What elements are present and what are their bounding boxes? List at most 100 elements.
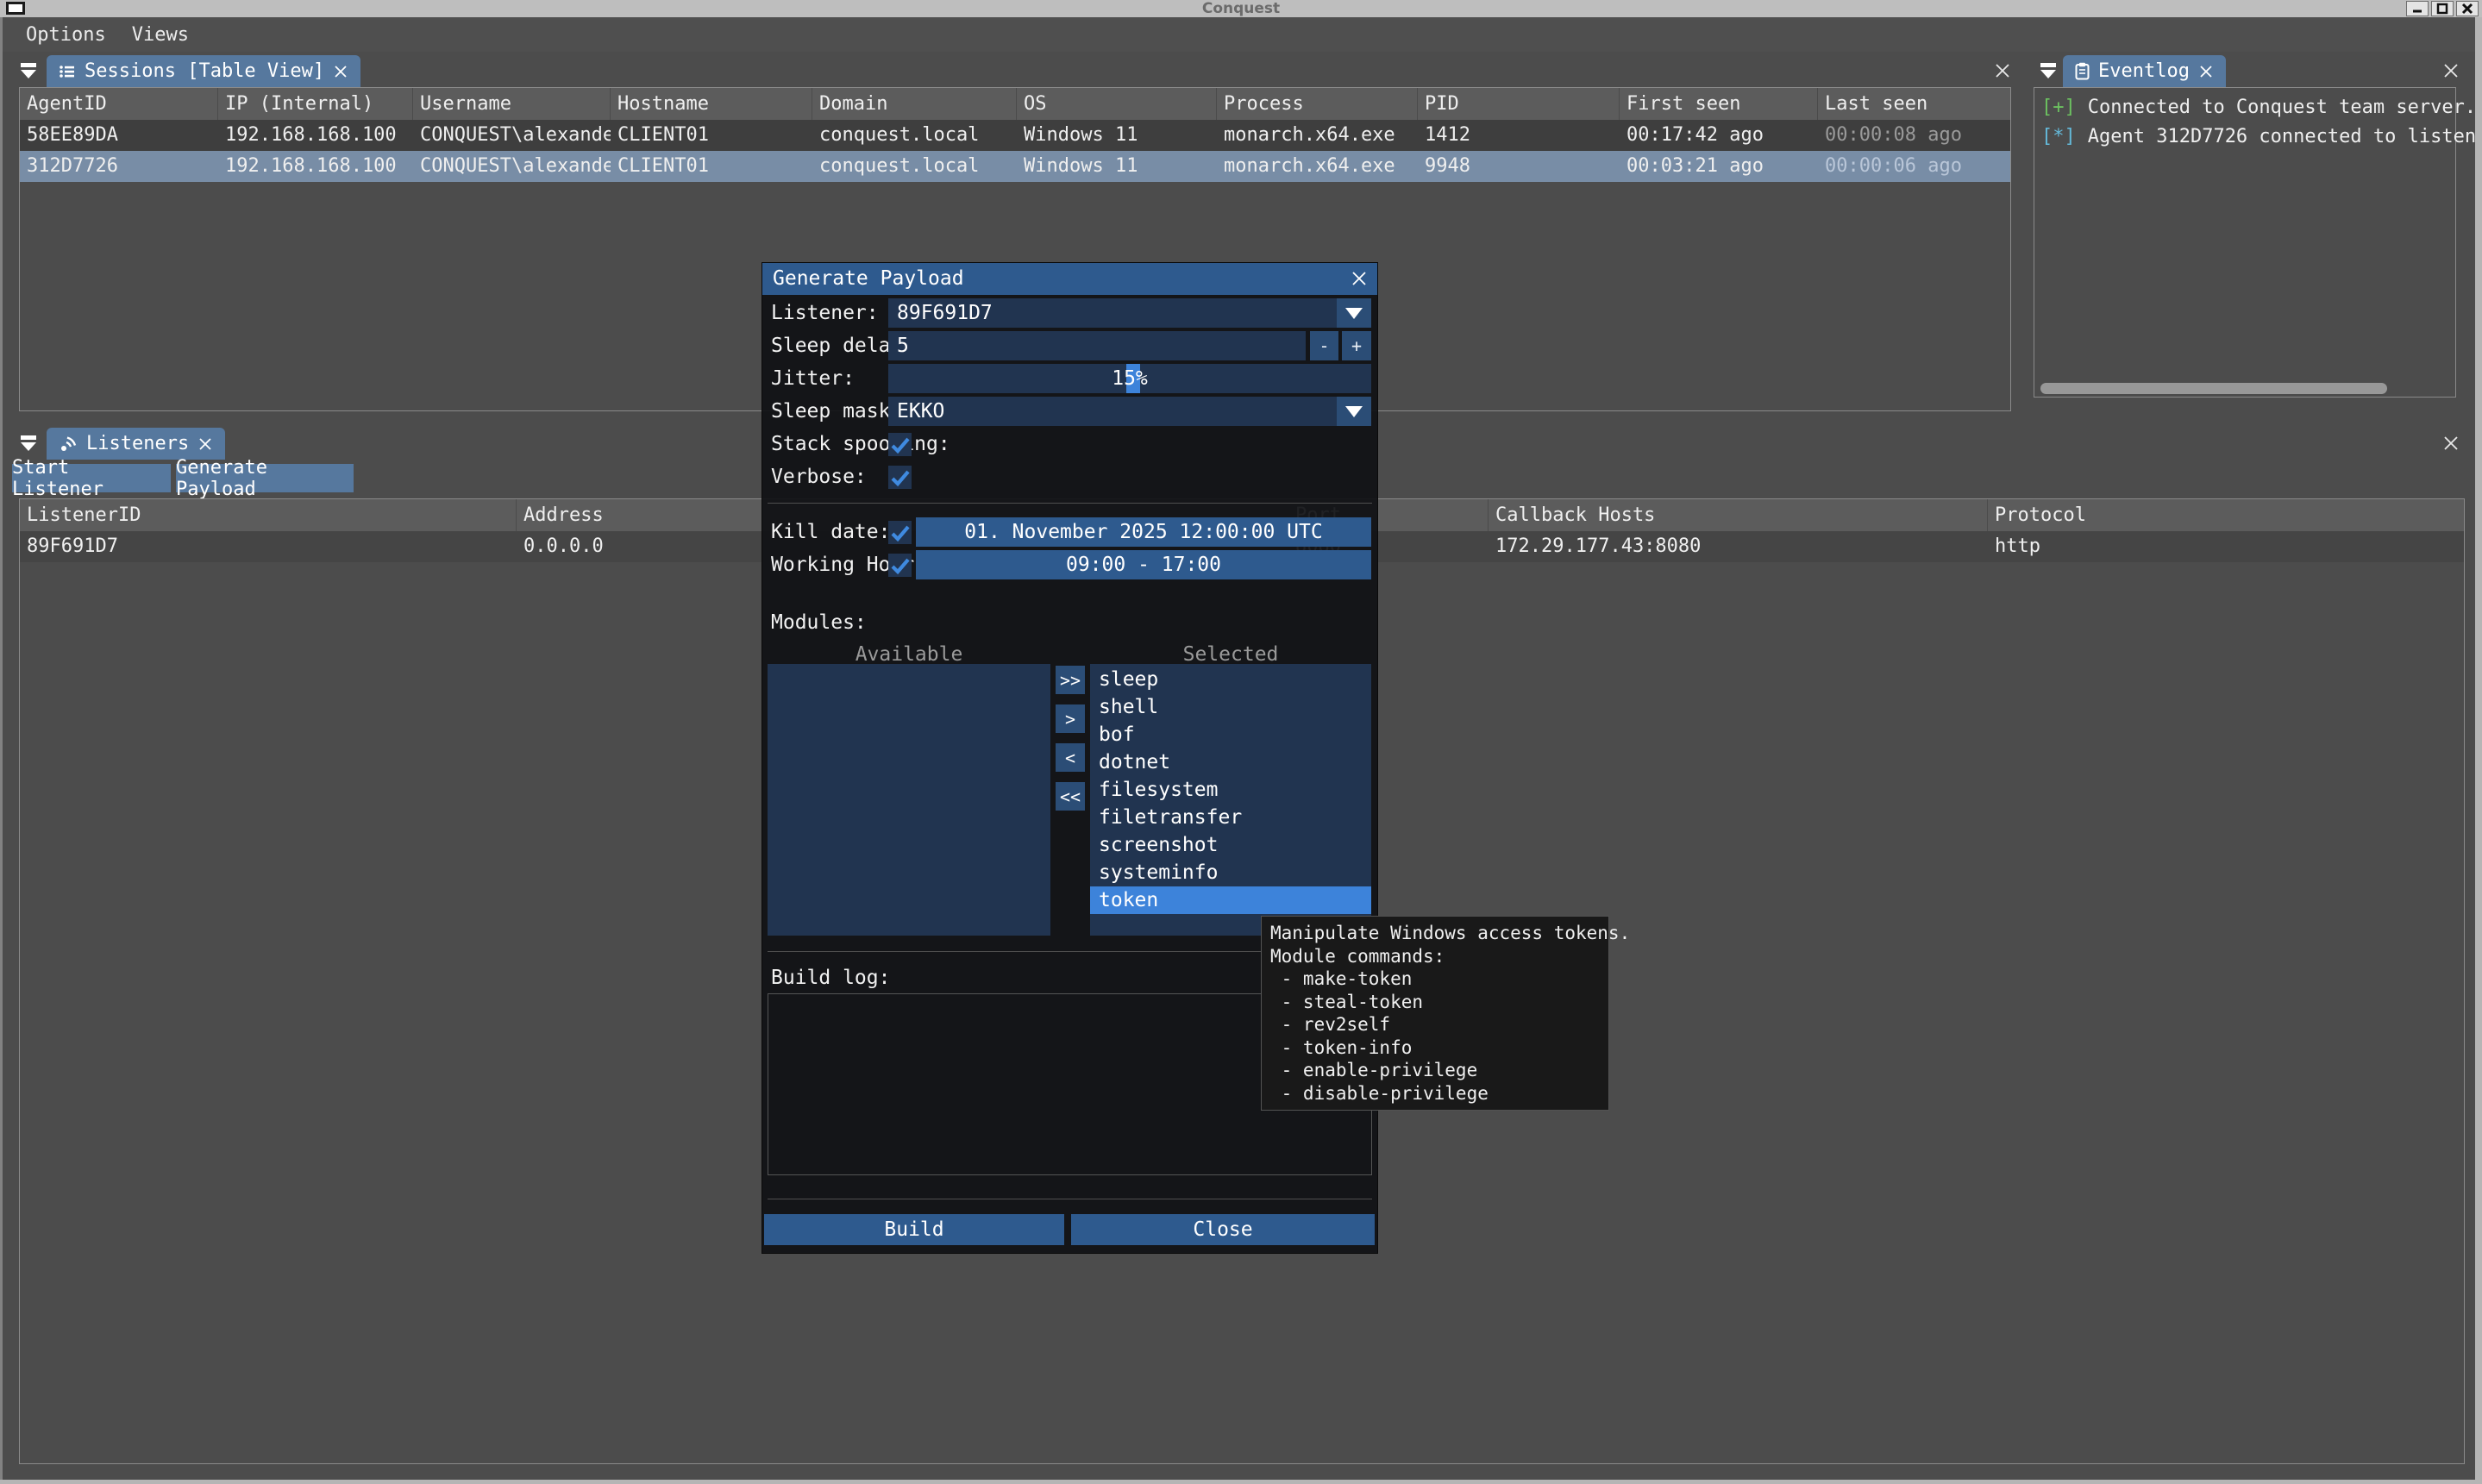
close-icon bbox=[2442, 435, 2460, 452]
move-all-right-button[interactable]: >> bbox=[1056, 666, 1085, 694]
list-item[interactable]: shell bbox=[1090, 693, 1371, 721]
sleep-mask-label: Sleep mask: bbox=[771, 397, 902, 426]
close-icon bbox=[2442, 62, 2460, 79]
jitter-slider[interactable]: 15% bbox=[888, 364, 1371, 393]
sessions-collapse-button[interactable] bbox=[17, 59, 40, 87]
working-hours-checkbox[interactable] bbox=[888, 554, 912, 577]
cell-domain: conquest.local bbox=[812, 151, 1017, 182]
checkmark-icon bbox=[889, 434, 912, 456]
tooltip-line: - disable-privilege bbox=[1270, 1082, 1600, 1105]
column-header: PID bbox=[1418, 88, 1620, 120]
start-listener-button[interactable]: Start Listener bbox=[12, 464, 171, 492]
chevron-down-icon bbox=[1345, 308, 1363, 319]
sleep-delay-increment-button[interactable]: + bbox=[1342, 331, 1371, 360]
list-item[interactable]: sleep bbox=[1090, 666, 1371, 693]
cell-last-seen: 00:00:08 ago bbox=[1818, 120, 2010, 151]
double-right-icon: >> bbox=[1060, 670, 1081, 691]
menu-views[interactable]: Views bbox=[132, 24, 189, 46]
move-right-button[interactable]: > bbox=[1056, 704, 1085, 733]
list-item[interactable]: filesystem bbox=[1090, 776, 1371, 804]
cell-first-seen: 00:17:42 ago bbox=[1620, 120, 1818, 151]
tooltip-line: Manipulate Windows access tokens. bbox=[1270, 922, 1600, 945]
sleep-delay-decrement-button[interactable]: - bbox=[1310, 331, 1338, 360]
working-hours-label: Working Hours: bbox=[771, 550, 938, 579]
double-left-icon: << bbox=[1060, 786, 1081, 807]
table-row[interactable]: 58EE89DA 192.168.168.100 CONQUEST\alexan… bbox=[20, 120, 2010, 151]
column-header: First seen bbox=[1620, 88, 1818, 120]
eventlog-collapse-button[interactable] bbox=[2037, 59, 2059, 87]
list-item[interactable]: dotnet bbox=[1090, 748, 1371, 776]
tab-listeners-close-button[interactable] bbox=[197, 436, 213, 452]
cell-pid: 9948 bbox=[1418, 151, 1620, 182]
window-frame-bottom bbox=[0, 1480, 2482, 1484]
eventlog-panel-close-button[interactable] bbox=[2442, 62, 2460, 79]
sessions-panel-close-button[interactable] bbox=[1994, 62, 2011, 79]
list-item[interactable]: systeminfo bbox=[1090, 859, 1371, 886]
dialog-titlebar[interactable]: Generate Payload bbox=[762, 263, 1377, 295]
cell-process: monarch.x64.exe bbox=[1217, 120, 1418, 151]
minimize-button[interactable] bbox=[2406, 1, 2429, 16]
close-icon bbox=[333, 64, 348, 79]
maximize-button[interactable] bbox=[2431, 1, 2454, 16]
close-button[interactable]: Close bbox=[1071, 1214, 1375, 1245]
cell-process: monarch.x64.exe bbox=[1217, 151, 1418, 182]
available-modules-list[interactable] bbox=[768, 664, 1050, 936]
dropdown-arrow-button[interactable] bbox=[1337, 397, 1371, 426]
listener-dropdown[interactable]: 89F691D7 bbox=[888, 298, 1371, 328]
tab-sessions[interactable]: Sessions [Table View] bbox=[47, 55, 360, 87]
eventlog-entry: [+] Connected to Conquest team server. bbox=[2041, 93, 2448, 122]
eventlog-prefix-info: [*] bbox=[2041, 122, 2076, 152]
verbose-checkbox[interactable] bbox=[888, 466, 912, 489]
tab-eventlog[interactable]: Eventlog bbox=[2063, 55, 2226, 87]
generate-payload-label: Generate Payload bbox=[176, 457, 354, 500]
broadcast-icon bbox=[59, 435, 78, 454]
maximize-icon bbox=[2436, 3, 2448, 15]
build-button[interactable]: Build bbox=[764, 1214, 1064, 1245]
selected-modules-header: Selected bbox=[1090, 643, 1371, 666]
list-item-highlighted[interactable]: token bbox=[1090, 886, 1371, 914]
sleep-delay-input[interactable]: 5 bbox=[888, 331, 1306, 360]
eventlog-horizontal-scrollbar[interactable] bbox=[2040, 383, 2387, 394]
column-header: AgentID bbox=[20, 88, 218, 120]
dialog-close-button[interactable] bbox=[1350, 269, 1369, 288]
close-icon bbox=[2461, 3, 2473, 15]
tab-eventlog-close-button[interactable] bbox=[2198, 64, 2214, 79]
listeners-collapse-button[interactable] bbox=[17, 432, 40, 460]
kill-date-picker-button[interactable]: 01. November 2025 12:00:00 UTC bbox=[916, 517, 1371, 547]
dropdown-arrow-button[interactable] bbox=[1337, 298, 1371, 328]
tooltip-line: - steal-token bbox=[1270, 991, 1600, 1014]
right-icon: > bbox=[1065, 709, 1075, 729]
generate-payload-button[interactable]: Generate Payload bbox=[176, 464, 354, 492]
listeners-panel-close-button[interactable] bbox=[2442, 435, 2460, 452]
build-log-label: Build log: bbox=[771, 963, 890, 992]
list-item[interactable]: screenshot bbox=[1090, 831, 1371, 859]
working-hours-picker-button[interactable]: 09:00 - 17:00 bbox=[916, 550, 1371, 579]
move-all-left-button[interactable]: << bbox=[1056, 782, 1085, 811]
collapse-panel-icon bbox=[17, 432, 40, 454]
clipboard-icon bbox=[2075, 62, 2090, 80]
kill-date-checkbox[interactable] bbox=[888, 521, 912, 544]
selected-modules-list[interactable]: sleep shell bof dotnet filesystem filetr… bbox=[1090, 664, 1371, 936]
table-row-selected[interactable]: 312D7726 192.168.168.100 CONQUEST\alexan… bbox=[20, 151, 2010, 182]
sleep-mask-dropdown[interactable]: EKKO bbox=[888, 397, 1371, 426]
checkmark-icon bbox=[889, 554, 912, 577]
cell-ip: 192.168.168.100 bbox=[218, 120, 413, 151]
move-left-button[interactable]: < bbox=[1056, 743, 1085, 772]
menu-options[interactable]: Options bbox=[26, 24, 106, 46]
close-icon bbox=[197, 436, 213, 452]
window-title: Conquest bbox=[0, 0, 2482, 17]
available-modules-header: Available bbox=[768, 643, 1050, 666]
stack-spoofing-checkbox[interactable] bbox=[888, 433, 912, 456]
cell-pid: 1412 bbox=[1418, 120, 1620, 151]
list-item[interactable]: bof bbox=[1090, 721, 1371, 748]
tooltip-line: Module commands: bbox=[1270, 945, 1600, 968]
close-window-button[interactable] bbox=[2456, 1, 2479, 16]
divider bbox=[768, 503, 1372, 504]
checkmark-icon bbox=[889, 466, 912, 489]
sleep-delay-value: 5 bbox=[888, 335, 909, 357]
tab-listeners[interactable]: Listeners bbox=[47, 428, 225, 460]
tab-sessions-close-button[interactable] bbox=[333, 64, 348, 79]
kill-date-label: Kill date: bbox=[771, 517, 890, 547]
list-item[interactable]: filetransfer bbox=[1090, 804, 1371, 831]
column-header: IP (Internal) bbox=[218, 88, 413, 120]
